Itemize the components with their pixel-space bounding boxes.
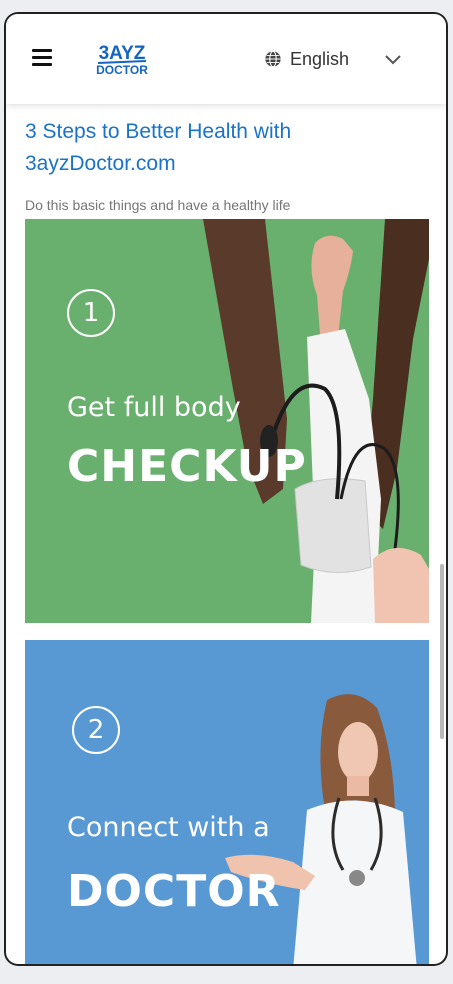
- article-subtitle: Do this basic things and have a healthy …: [25, 197, 291, 213]
- hamburger-menu-icon[interactable]: [32, 49, 52, 69]
- step-1-line2: CHECKUP: [67, 441, 307, 492]
- chevron-down-icon[interactable]: [384, 50, 402, 68]
- language-selector[interactable]: English: [264, 47, 349, 71]
- scrollbar[interactable]: [440, 564, 444, 739]
- app-header: 3AYZ DOCTOR English: [6, 14, 446, 104]
- step-2-line2: DOCTOR: [67, 866, 281, 917]
- main-content: 3 Steps to Better Health with 3ayzDoctor…: [6, 104, 446, 964]
- language-label: English: [290, 48, 350, 69]
- screen: 3AYZ DOCTOR English 3 Steps to Better He…: [6, 14, 446, 964]
- step-2-line1: Connect with a: [67, 812, 270, 843]
- article-title[interactable]: 3 Steps to Better Health with 3ayzDoctor…: [25, 116, 425, 180]
- step-card-1: 1 Get full body CHECKUP: [25, 219, 429, 623]
- logo[interactable]: 3AYZ DOCTOR: [92, 41, 152, 79]
- globe-icon: [265, 50, 281, 68]
- step-1-line1: Get full body: [67, 392, 241, 423]
- step-card-2: 2 Connect with a DOCTOR: [25, 640, 429, 964]
- device-frame: 3AYZ DOCTOR English 3 Steps to Better He…: [4, 12, 448, 966]
- step-number-2: 2: [72, 706, 120, 754]
- logo-text-bottom: DOCTOR: [96, 63, 148, 77]
- step-number-1: 1: [67, 289, 115, 337]
